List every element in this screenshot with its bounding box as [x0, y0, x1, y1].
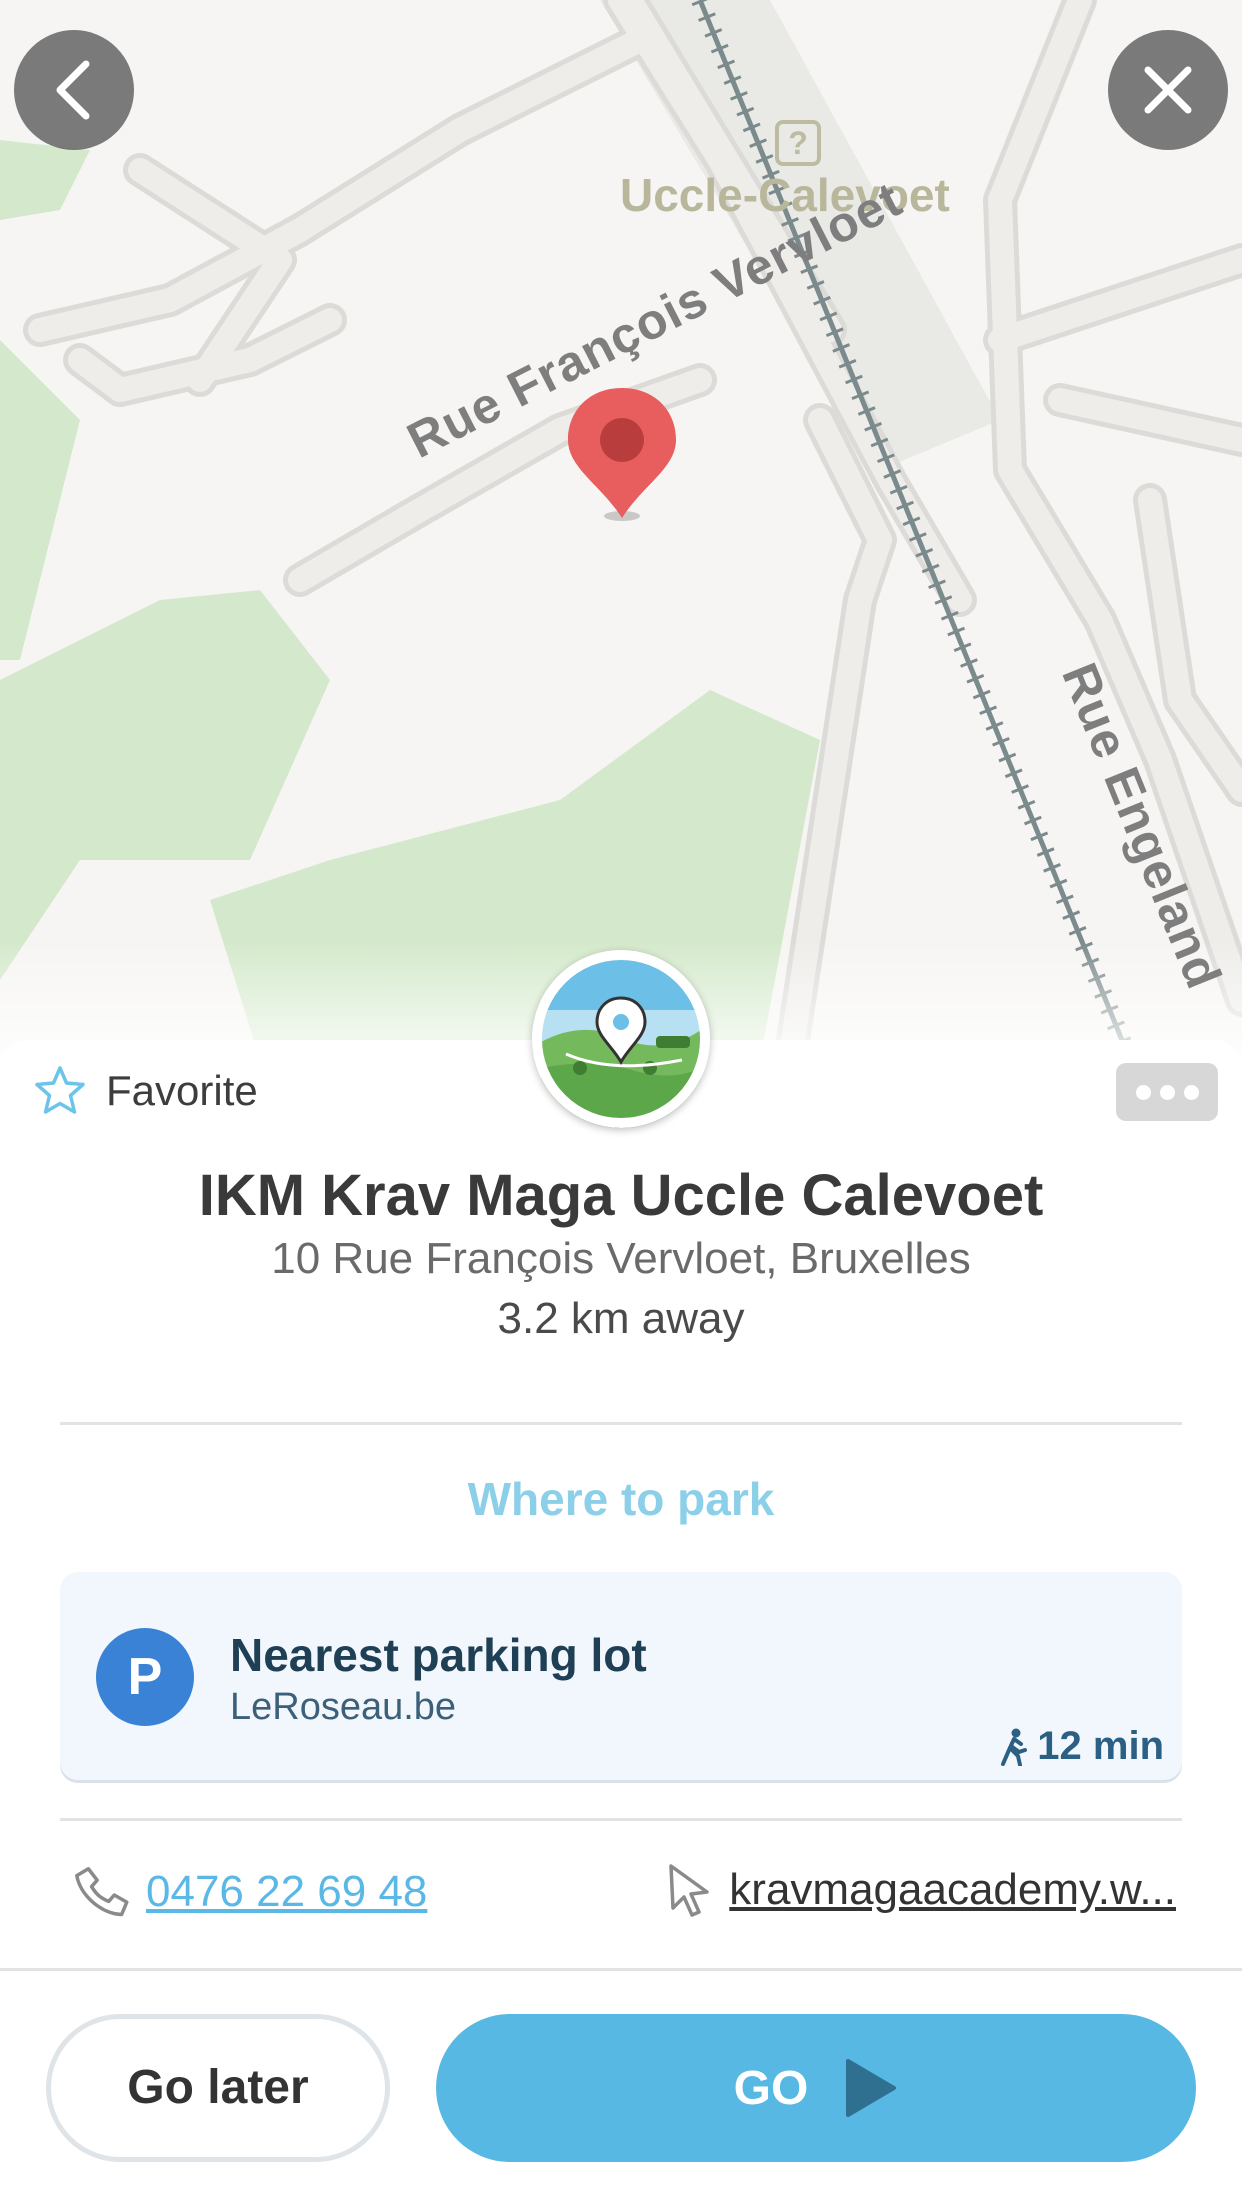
- go-label: GO: [733, 2061, 809, 2115]
- go-later-button[interactable]: Go later: [46, 2014, 390, 2162]
- phone-link[interactable]: 0476 22 69 48: [70, 1862, 427, 1922]
- website-url[interactable]: kravmagaacademy.w...: [729, 1865, 1176, 1915]
- parking-subtitle: LeRoseau.be: [230, 1686, 457, 1728]
- star-icon: [35, 1066, 85, 1114]
- walking-person-icon: [1001, 1728, 1028, 1766]
- walk-time-label: 12 min: [1037, 1724, 1164, 1768]
- more-dots-icon: [1135, 1084, 1151, 1100]
- location-pin-icon[interactable]: [564, 386, 680, 527]
- play-arrow-icon: [846, 2059, 897, 2117]
- go-button[interactable]: GO: [436, 2014, 1196, 2162]
- parking-icon: P: [96, 1628, 194, 1726]
- more-options-button[interactable]: [1116, 1063, 1218, 1121]
- divider: [60, 1818, 1182, 1821]
- close-button[interactable]: [1108, 30, 1228, 150]
- divider: [60, 1422, 1182, 1425]
- station-icon: ?: [775, 120, 821, 166]
- divider: [0, 1968, 1242, 1971]
- chevron-left-icon: [56, 60, 90, 120]
- cursor-icon: [669, 1864, 710, 1917]
- back-button[interactable]: [14, 30, 134, 150]
- map-view[interactable]: ? Uccle-Calevoet Rue François Vervloet R…: [0, 0, 1242, 1060]
- parking-title: Nearest parking lot: [230, 1629, 647, 1681]
- place-category-icon: [532, 950, 710, 1128]
- walking-time: 12 min: [999, 1724, 1164, 1769]
- phone-icon: [75, 1867, 129, 1917]
- where-to-park-header: Where to park: [467, 1473, 775, 1525]
- phone-number[interactable]: 0476 22 69 48: [146, 1867, 427, 1917]
- place-address: 10 Rue François Vervloet, Bruxelles: [271, 1234, 971, 1283]
- place-distance: 3.2 km away: [497, 1294, 745, 1343]
- favorite-toggle[interactable]: Favorite: [32, 1062, 258, 1120]
- website-link[interactable]: kravmagaacademy.w...: [665, 1862, 1176, 1918]
- place-name: IKM Krav Maga Uccle Calevoet: [198, 1163, 1044, 1228]
- map-background: [0, 0, 1242, 1060]
- parking-lot-card[interactable]: P Nearest parking lot LeRoseau.be 12 min: [60, 1572, 1182, 1780]
- close-icon: [1144, 66, 1192, 114]
- favorite-label: Favorite: [106, 1067, 258, 1114]
